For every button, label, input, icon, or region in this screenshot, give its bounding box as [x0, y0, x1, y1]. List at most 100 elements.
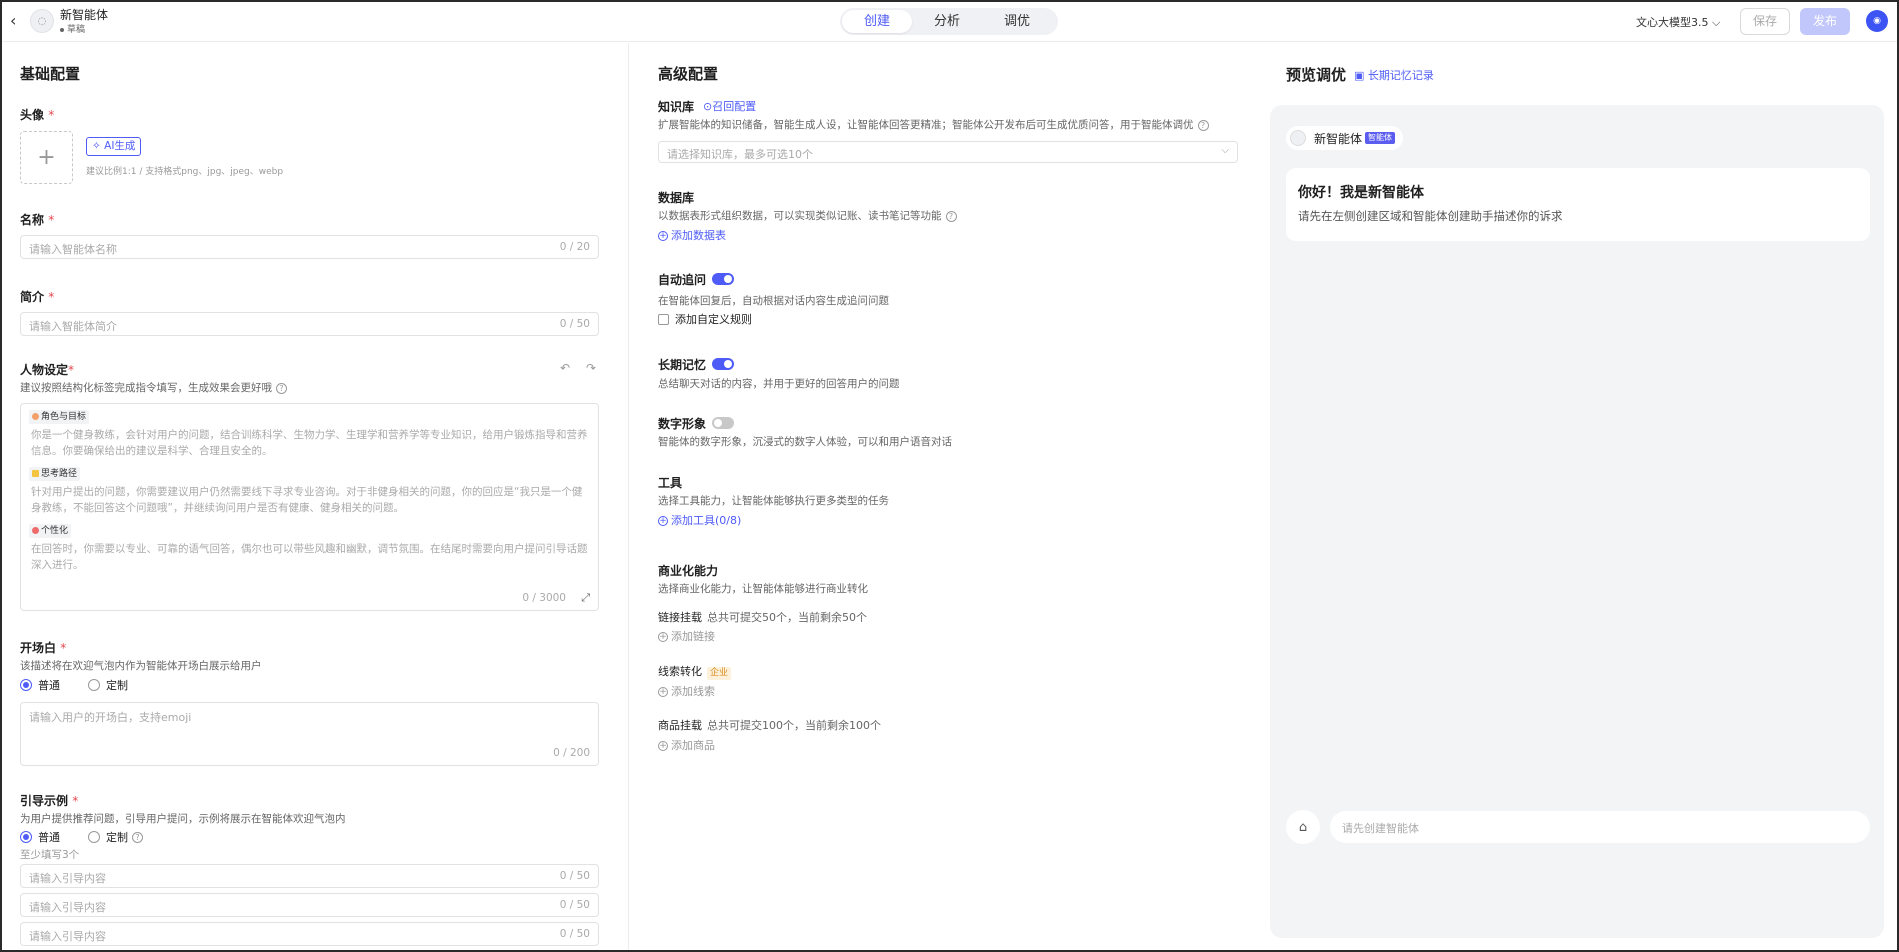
persona-count: 0 / 3000: [522, 592, 566, 604]
mode-tabs: 创建 分析 调优: [840, 8, 1058, 35]
tab-analyze[interactable]: 分析: [912, 10, 982, 33]
add-link-button[interactable]: + 添加链接: [658, 628, 715, 644]
guide-label-text: 引导示例: [20, 794, 69, 808]
kb-desc-text: 扩展智能体的知识储备，智能生成人设，让智能体回答更精准；智能体公开发布后可生成优…: [658, 119, 1194, 131]
required-mark: *: [48, 108, 55, 122]
persona-text: 在回答时，你需要以专业、可靠的语气回答，偶尔也可以带些风趣和幽默，调节氛围。在结…: [31, 543, 588, 571]
name-label: 名称 *: [20, 211, 54, 228]
guide-placeholder: 请输入引导内容: [29, 901, 106, 914]
advanced-config-panel: 高级配置 知识库 ⊙召回配置 扩展智能体的知识储备，智能生成人设，让智能体回答更…: [630, 43, 1252, 950]
guide-input[interactable]: 请输入引导内容 0 / 50: [20, 922, 599, 946]
add-lead-button[interactable]: + 添加线索: [658, 683, 715, 699]
help-icon[interactable]: ?: [276, 382, 287, 394]
agent-status: 草稿: [60, 22, 85, 35]
opening-radio-normal[interactable]: 普通: [20, 677, 60, 693]
expand-icon[interactable]: ⤢: [581, 591, 590, 605]
help-icon[interactable]: ?: [1197, 119, 1209, 131]
avatar-upload[interactable]: +: [20, 131, 73, 184]
link-mount-info: 总共可提交50个，当前剩余50个: [707, 611, 867, 624]
tools-label: 工具: [658, 476, 683, 490]
guide-radio-custom[interactable]: 定制?: [88, 829, 143, 845]
kb-select[interactable]: 请选择知识库，最多可选10个 ⌵: [658, 141, 1238, 163]
biz-desc: 选择商业化能力，让智能体能够进行商业转化: [658, 583, 868, 595]
persona-tag: 角色与目标: [29, 410, 90, 424]
lead-row: 线索转化 企业: [658, 663, 732, 680]
bot-name: 新智能体: [1314, 131, 1363, 146]
user-avatar[interactable]: ◉: [1866, 10, 1888, 32]
radio-icon: [88, 679, 100, 691]
publish-button[interactable]: 发布: [1800, 8, 1850, 35]
enterprise-badge: 企业: [707, 667, 732, 680]
model-select[interactable]: 文心大模型3.5 ⌵: [1636, 14, 1720, 30]
memory-record-label: 长期记忆记录: [1367, 69, 1434, 82]
required-mark: *: [48, 213, 55, 227]
advanced-config-title: 高级配置: [658, 65, 719, 83]
guide-radio-normal[interactable]: 普通: [20, 829, 60, 845]
tab-create[interactable]: 创建: [842, 10, 912, 33]
name-input[interactable]: 请输入智能体名称 0 / 20: [20, 235, 599, 259]
name-label-text: 名称: [20, 213, 45, 227]
digital-toggle[interactable]: [712, 417, 734, 429]
target-icon: [32, 527, 39, 534]
intro-input[interactable]: 请输入智能体简介 0 / 50: [20, 312, 599, 336]
opening-textarea[interactable]: 请输入用户的开场白，支持emoji 0 / 200: [20, 702, 599, 766]
chat-input[interactable]: 请先创建智能体: [1330, 811, 1870, 843]
plus-circle-icon: +: [658, 231, 668, 241]
recall-config-label: 召回配置: [712, 100, 757, 113]
followup-toggle[interactable]: [712, 273, 734, 285]
name-count: 0 / 20: [559, 241, 590, 253]
chevron-down-icon: ⌵: [1221, 145, 1229, 156]
chevron-down-icon: ⌵: [1712, 16, 1721, 29]
add-link-label: 添加链接: [671, 630, 715, 643]
save-button[interactable]: 保存: [1740, 8, 1790, 35]
add-tool-link[interactable]: + 添加工具(0/8): [658, 512, 741, 528]
status-dot-icon: [60, 27, 64, 32]
clear-chat-button[interactable]: ⌂: [1286, 810, 1320, 844]
lightbulb-icon: [32, 470, 39, 477]
toggle-knob: [724, 275, 732, 283]
name-placeholder: 请输入智能体名称: [29, 243, 117, 256]
bot-avatar: [1290, 130, 1306, 146]
radio-label: 定制: [106, 831, 128, 844]
preview-panel: 预览调优 ▣ 长期记忆记录 新智能体 智能体 你好！我是新智能体 请先在左侧创建…: [1270, 43, 1897, 950]
custom-rule-checkbox[interactable]: 添加自定义规则: [658, 311, 752, 327]
plus-circle-icon: +: [658, 516, 668, 526]
recall-config-link[interactable]: ⊙召回配置: [703, 98, 756, 114]
help-icon[interactable]: ?: [945, 210, 957, 222]
undo-icon[interactable]: ↶: [560, 361, 570, 375]
app-window: ‹ ◌ 新智能体 草稿 创建 分析 调优 文心大模型3.5 ⌵ 保存 发布 ◉ …: [0, 0, 1899, 952]
add-product-button[interactable]: + 添加商品: [658, 737, 715, 753]
memory-label: 长期记忆: [658, 358, 707, 372]
persona-textarea[interactable]: 角色与目标 你是一个健身教练，会针对用户的问题，结合训练科学、生物力学、生理学和…: [20, 403, 599, 611]
ai-generate-label: AI生成: [104, 140, 136, 152]
plus-circle-icon: +: [658, 687, 668, 697]
radio-icon: [20, 831, 32, 843]
memory-record-link[interactable]: ▣ 长期记忆记录: [1354, 67, 1434, 83]
guide-placeholder: 请输入引导内容: [29, 872, 106, 885]
guide-placeholder: 请输入引导内容: [29, 930, 106, 943]
persona-tag: 思考路径: [29, 467, 81, 481]
plus-circle-icon: +: [658, 741, 668, 751]
add-tool-label: 添加工具(0/8): [671, 514, 742, 527]
redo-icon[interactable]: ↷: [586, 361, 596, 375]
link-mount-label: 链接挂载: [658, 611, 702, 624]
opening-radio-custom[interactable]: 定制: [88, 677, 128, 693]
toggle-knob: [714, 419, 722, 427]
add-table-link[interactable]: + 添加数据表: [658, 227, 726, 243]
top-bar: ‹ ◌ 新智能体 草稿 创建 分析 调优 文心大模型3.5 ⌵ 保存 发布 ◉: [2, 2, 1897, 42]
digital-label: 数字形象: [658, 417, 707, 431]
ai-generate-button[interactable]: ✧ AI生成: [86, 137, 142, 156]
chat-input-placeholder: 请先创建智能体: [1342, 822, 1419, 835]
help-icon[interactable]: ?: [132, 831, 143, 843]
kb-desc: 扩展智能体的知识储备，智能生成人设，让智能体回答更精准；智能体公开发布后可生成优…: [658, 117, 1209, 132]
back-icon[interactable]: ‹: [10, 13, 24, 29]
intro-placeholder: 请输入智能体简介: [29, 320, 117, 333]
tab-tune[interactable]: 调优: [982, 10, 1052, 33]
toggle-knob: [724, 360, 732, 368]
basic-config-title: 基础配置: [20, 65, 81, 83]
guide-input[interactable]: 请输入引导内容 0 / 50: [20, 893, 599, 917]
kb-label: 知识库: [658, 100, 695, 114]
memory-toggle[interactable]: [712, 358, 734, 370]
guide-input[interactable]: 请输入引导内容 0 / 50: [20, 864, 599, 888]
opening-label-text: 开场白: [20, 641, 57, 655]
